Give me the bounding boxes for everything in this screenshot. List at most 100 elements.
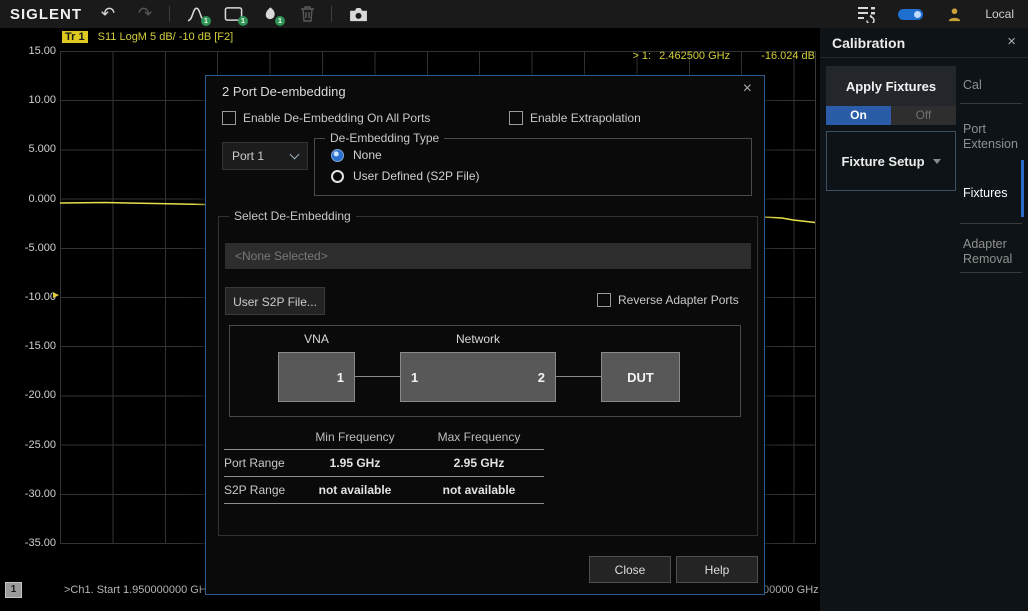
- marker-value: -16.024 dB: [761, 50, 815, 62]
- system-list-icon[interactable]: [856, 4, 878, 24]
- radio-label: User Defined (S2P File): [353, 169, 480, 183]
- s2p-range-max: not available: [414, 483, 544, 497]
- checkbox-icon[interactable]: [597, 293, 611, 307]
- window-count-badge: 1: [238, 16, 248, 26]
- local-mode-label: Local: [985, 7, 1014, 21]
- y-axis-label: 15.00: [2, 45, 56, 57]
- y-axis-label: -30.00: [2, 488, 56, 500]
- sidebar-close-icon[interactable]: ×: [1007, 33, 1016, 50]
- checkbox-label: Enable De-Embedding On All Ports: [243, 111, 430, 125]
- redo-icon: ↷: [134, 4, 156, 24]
- checkbox-icon[interactable]: [509, 111, 523, 125]
- table-row: S2P Range not available not available: [224, 477, 544, 504]
- y-axis-label: -25.00: [2, 439, 56, 451]
- trace-info-label: S11 LogM 5 dB/ -10 dB [F2]: [98, 31, 234, 43]
- close-button[interactable]: Close: [589, 556, 671, 583]
- y-axis-label: -20.00: [2, 389, 56, 401]
- active-tab-indicator: [1021, 160, 1024, 217]
- undo-icon[interactable]: ↶: [97, 4, 119, 24]
- frequency-range-table: Min Frequency Max Frequency Port Range 1…: [224, 425, 544, 504]
- dut-label: DUT: [627, 370, 654, 385]
- checkbox-label: Enable Extrapolation: [530, 111, 641, 125]
- group-legend: Select De-Embedding: [229, 209, 356, 223]
- toolbar-divider: [169, 6, 170, 22]
- channel-status-stop[interactable]: 00000 GHz: [763, 584, 819, 596]
- dialog-close-icon[interactable]: ×: [743, 80, 752, 98]
- tab-separator: [960, 103, 1022, 104]
- y-axis-label: 5.000: [2, 143, 56, 155]
- y-axis-label: -10.00: [2, 291, 56, 303]
- y-axis-label: 0.000: [2, 193, 56, 205]
- radio-selected-icon[interactable]: [331, 149, 344, 162]
- window-icon[interactable]: 1: [222, 4, 244, 24]
- toolbar-divider: [331, 6, 332, 22]
- max-frequency-header: Max Frequency: [414, 430, 544, 444]
- user-s2p-file-button[interactable]: User S2P File...: [225, 287, 325, 315]
- checkbox-label: Reverse Adapter Ports: [618, 293, 739, 307]
- radio-user-defined[interactable]: User Defined (S2P File): [331, 169, 751, 183]
- connector-line: [355, 376, 400, 377]
- trace-id-badge[interactable]: Tr 1: [62, 31, 88, 43]
- deembedding-type-group: De-Embedding Type None User Defined (S2P…: [314, 138, 752, 196]
- tab-cal[interactable]: Cal: [963, 78, 1021, 93]
- toggle-dot: [914, 11, 921, 18]
- reference-level-arrow-icon: ►: [51, 290, 61, 301]
- radio-unselected-icon[interactable]: [331, 170, 344, 183]
- radio-none[interactable]: None: [331, 148, 751, 162]
- deembedding-file-field[interactable]: <None Selected>: [225, 243, 751, 269]
- y-axis-label: -35.00: [2, 537, 56, 549]
- tab-port-extension[interactable]: Port Extension: [963, 122, 1021, 152]
- port-range-max: 2.95 GHz: [414, 456, 544, 470]
- network-label: Network: [400, 332, 556, 346]
- dut-box: DUT: [601, 352, 680, 402]
- tab-separator: [960, 272, 1022, 273]
- port-range-min: 1.95 GHz: [296, 456, 414, 470]
- enable-extrapolation-checkbox[interactable]: Enable Extrapolation: [509, 111, 641, 125]
- apply-fixtures-button[interactable]: Apply Fixtures: [826, 66, 956, 106]
- marker-readout: > 1: 2.462500 GHz -16.024 dB: [500, 50, 815, 62]
- connector-line: [556, 376, 601, 377]
- row-label: Port Range: [224, 456, 296, 470]
- marker-count-badge: 1: [275, 16, 285, 26]
- siglent-logo: SIGLENT: [10, 6, 82, 23]
- trace-count-badge: 1: [201, 16, 211, 26]
- network-port1-number: 1: [411, 370, 418, 385]
- screenshot-camera-icon[interactable]: [347, 4, 369, 24]
- trace-label[interactable]: Tr 1 S11 LogM 5 dB/ -10 dB [F2]: [62, 31, 233, 43]
- group-legend: De-Embedding Type: [325, 131, 444, 145]
- help-button[interactable]: Help: [676, 556, 758, 583]
- channel-badge[interactable]: 1: [5, 582, 22, 598]
- table-header-row: Min Frequency Max Frequency: [224, 425, 544, 450]
- user-icon[interactable]: [943, 4, 965, 24]
- network-diagram: VNA Network 1 1 2 DUT: [229, 325, 741, 417]
- fixture-setup-dropdown[interactable]: Fixture Setup: [826, 131, 956, 191]
- port-select-value: Port 1: [232, 149, 264, 163]
- checkbox-icon[interactable]: [222, 111, 236, 125]
- marker-icon[interactable]: 1: [259, 4, 281, 24]
- radio-label: None: [353, 148, 382, 162]
- port-select-dropdown[interactable]: Port 1: [222, 142, 308, 170]
- dialog-title: 2 Port De-embedding: [222, 84, 346, 99]
- reverse-adapter-ports-checkbox[interactable]: Reverse Adapter Ports: [597, 293, 739, 307]
- toggle-off-option[interactable]: Off: [891, 106, 956, 125]
- delete-icon: [296, 4, 318, 24]
- marker-frequency: 2.462500 GHz: [659, 50, 730, 62]
- y-axis-label: -15.00: [2, 340, 56, 352]
- apply-fixtures-toggle[interactable]: On Off: [826, 106, 956, 125]
- y-axis-label: -5.000: [2, 242, 56, 254]
- toggle-on-option[interactable]: On: [826, 106, 891, 125]
- network-box: 1 2: [400, 352, 556, 402]
- deembedding-dialog: 2 Port De-embedding × Enable De-Embeddin…: [205, 75, 765, 595]
- channel-status-start[interactable]: >Ch1. Start 1.950000000 GHz: [64, 584, 212, 596]
- min-frequency-header: Min Frequency: [296, 430, 414, 444]
- tab-adapter-removal[interactable]: Adapter Removal: [963, 237, 1021, 267]
- tab-separator: [960, 223, 1022, 224]
- trace-icon[interactable]: 1: [185, 4, 207, 24]
- toggle-indicator-icon[interactable]: [898, 9, 923, 20]
- tab-fixtures[interactable]: Fixtures: [963, 186, 1021, 201]
- select-deembedding-group: Select De-Embedding <None Selected> User…: [218, 216, 758, 536]
- vna-box: 1: [278, 352, 355, 402]
- toolbar-right-group: Local: [856, 4, 1014, 24]
- enable-deembedding-checkbox[interactable]: Enable De-Embedding On All Ports: [222, 111, 430, 125]
- table-row: Port Range 1.95 GHz 2.95 GHz: [224, 450, 544, 477]
